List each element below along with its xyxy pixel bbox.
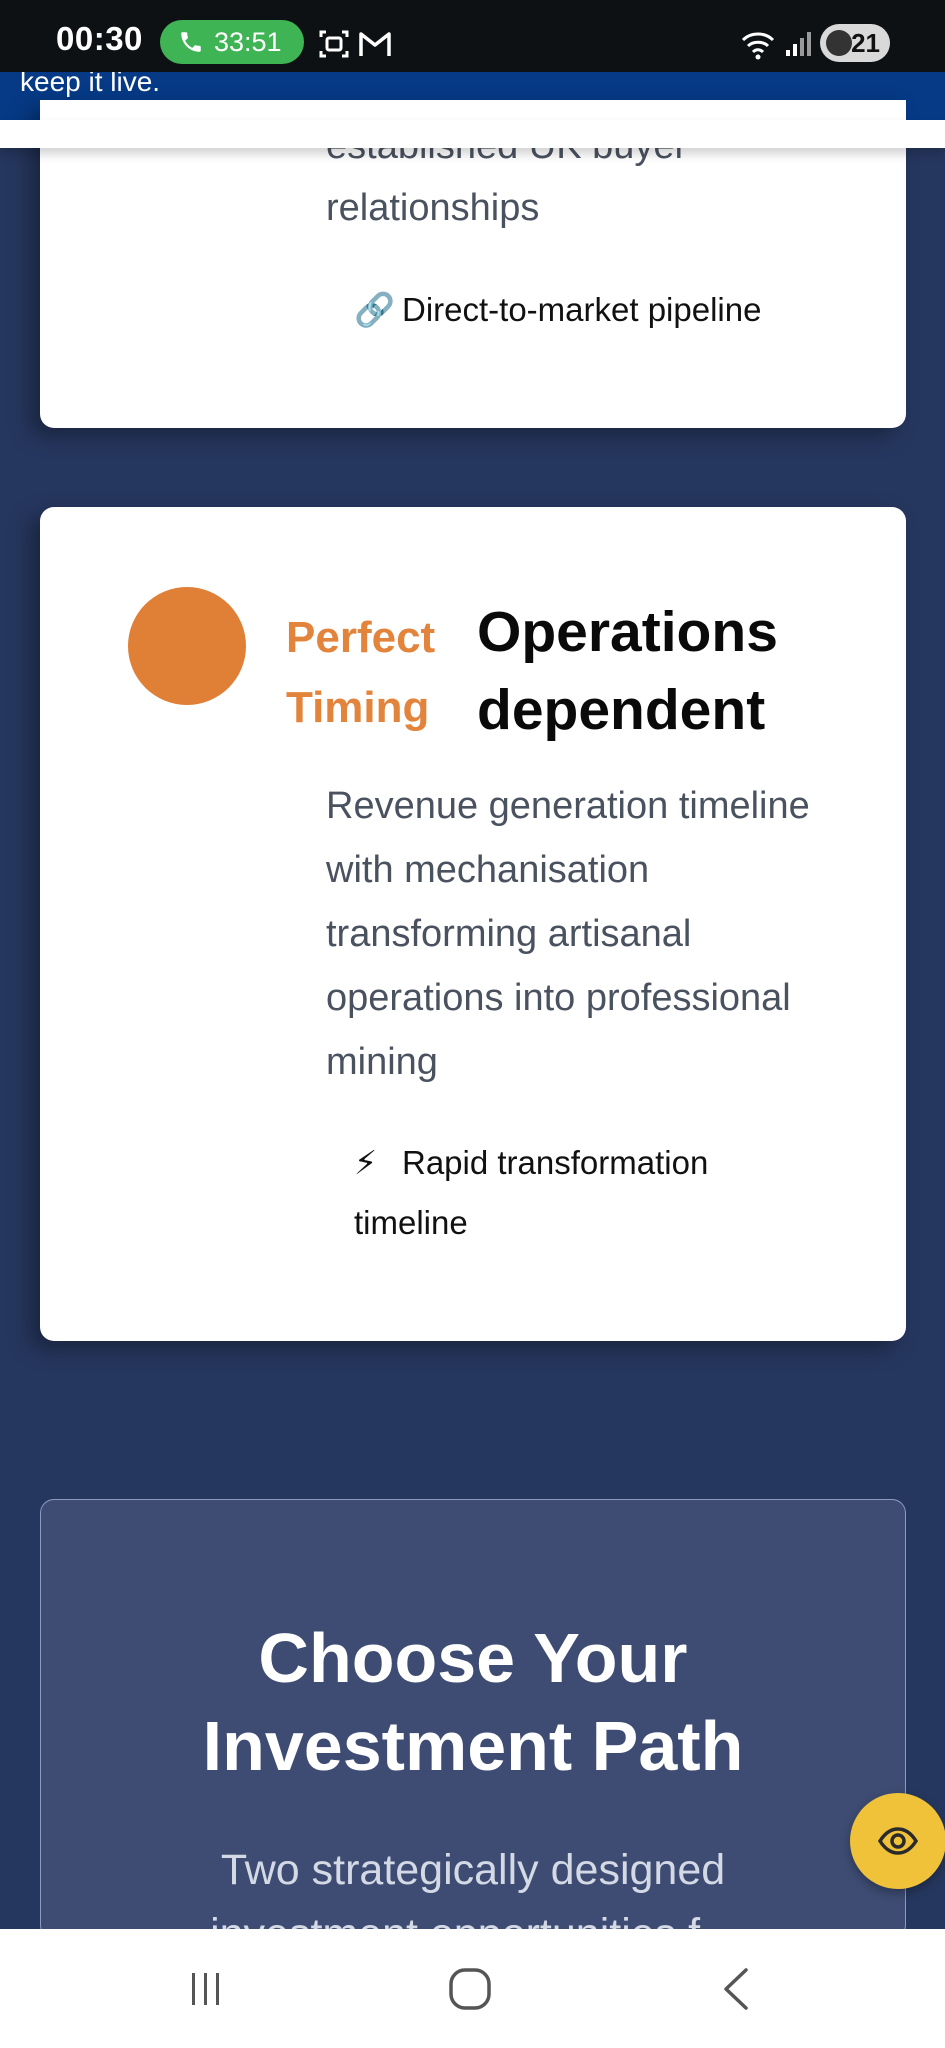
recents-button[interactable] — [176, 1959, 236, 2019]
eye-icon — [877, 1827, 919, 1855]
card-title: Operations dependent — [477, 593, 778, 749]
feature-text-line-2: timeline — [354, 1204, 468, 1241]
desc-line: operations into professional — [326, 977, 791, 1019]
title-line-1: Choose Your — [258, 1619, 688, 1697]
battery-level: 21 — [851, 27, 880, 58]
desc-line: mining — [326, 1041, 438, 1083]
desc-line: Revenue generation timeline — [326, 785, 810, 827]
back-button[interactable] — [706, 1959, 766, 2019]
screenshot-icon — [319, 30, 349, 58]
clock: 00:30 — [56, 20, 143, 57]
battery-saver-icon — [826, 30, 852, 56]
lightning-icon: ⚡ — [354, 1144, 378, 1181]
recents-icon — [192, 1973, 219, 2005]
banner-text: keep it live. — [20, 72, 161, 97]
feature-card-timing: Perfect Timing Operations dependent Reve… — [40, 507, 906, 1341]
card-feature: ⚡ Rapid transformation timeline — [354, 1133, 708, 1253]
title-line-2: dependent — [477, 678, 766, 742]
back-icon — [724, 1968, 748, 2010]
investment-path-section: Choose Your Investment Path Two strategi… — [40, 1499, 906, 1958]
feature-card-market: established UK buyer relationships 🔗Dire… — [40, 100, 906, 428]
accessibility-view-button[interactable] — [850, 1793, 945, 1889]
link-icon: 🔗 — [354, 291, 396, 328]
feature-text: Direct-to-market pipeline — [402, 291, 762, 328]
gmail-icon — [359, 32, 391, 56]
label-line-2: Timing — [286, 683, 430, 732]
card-label: Perfect Timing — [286, 603, 435, 743]
subtitle-line-1: Two strategically designed — [220, 1846, 726, 1894]
label-line-1: Perfect — [286, 613, 436, 662]
signal-icon — [786, 32, 811, 56]
system-navigation-bar — [0, 1929, 945, 2048]
timing-circle-icon — [128, 587, 246, 705]
card-feature: 🔗 Direct-to-market pipeline — [354, 280, 761, 340]
card-description: relationships — [326, 187, 540, 229]
phone-icon — [181, 32, 201, 52]
desc-line: with mechanisation — [326, 849, 650, 891]
title-line-1: Operations — [477, 600, 778, 664]
header-shadow-bar — [0, 120, 945, 148]
wifi-icon — [741, 32, 775, 60]
battery-indicator: 21 — [820, 24, 890, 62]
desc-line: transforming artisanal — [326, 913, 692, 955]
ongoing-call-pill[interactable]: 33:51 — [160, 20, 304, 64]
title-line-2: Investment Path — [202, 1707, 744, 1785]
call-duration: 33:51 — [214, 26, 282, 57]
home-button[interactable] — [440, 1959, 500, 2019]
home-icon — [449, 1968, 491, 2010]
card-description: Revenue generation timeline with mechani… — [326, 774, 810, 1094]
status-bar: 00:30 33:51 21 — [0, 0, 945, 72]
section-title: Choose Your Investment Path — [41, 1614, 905, 1790]
feature-text-line-1: Rapid transformation — [402, 1144, 709, 1181]
